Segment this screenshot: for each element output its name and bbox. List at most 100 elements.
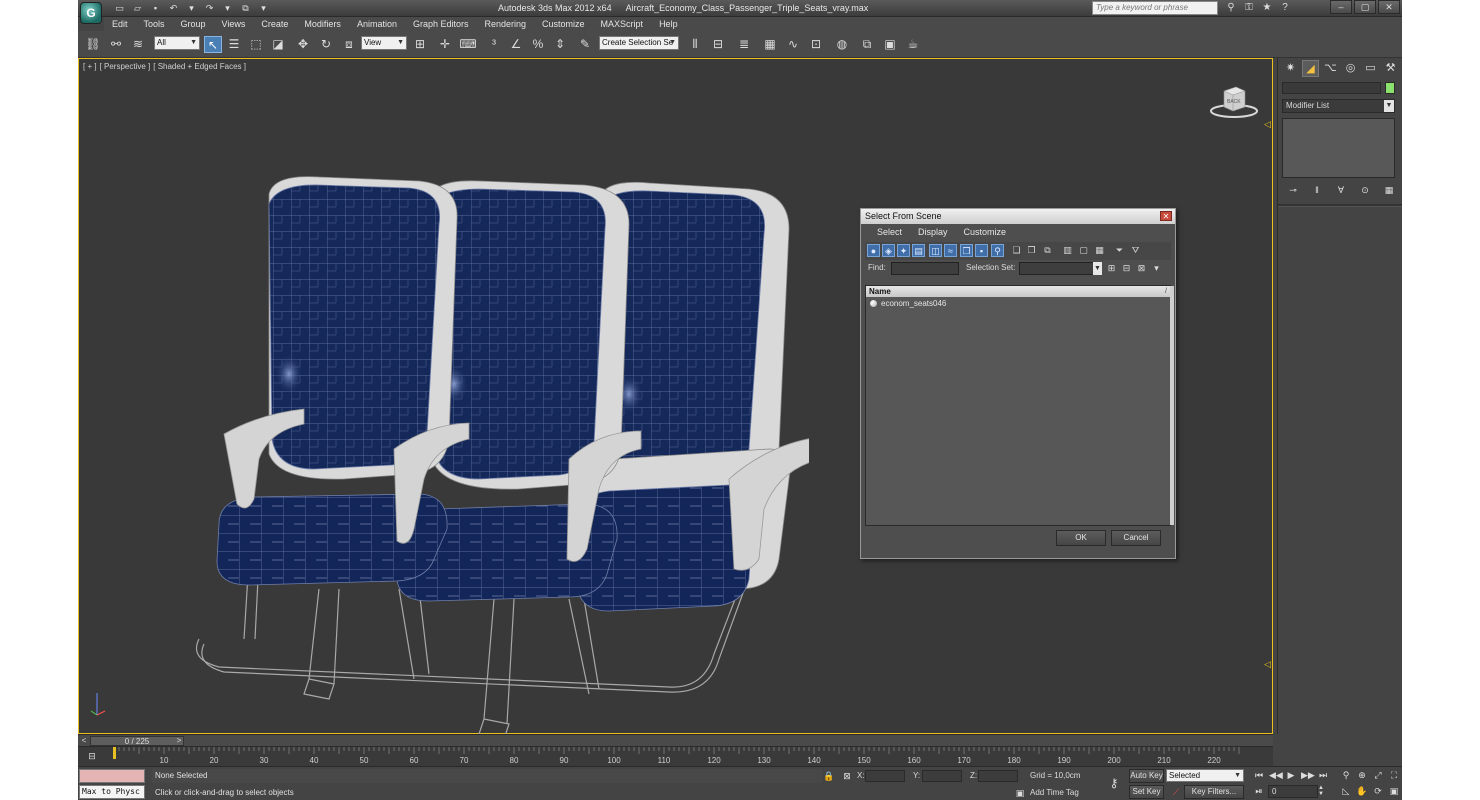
select-by-name-icon[interactable]: ☰ — [225, 36, 243, 53]
display-groups-icon[interactable]: ❐ — [960, 244, 973, 257]
utilities-tab-hammer-icon[interactable]: ⚒ — [1382, 60, 1399, 77]
current-frame-field[interactable]: 0 — [1268, 785, 1318, 798]
y-coordinate-field[interactable] — [922, 770, 962, 782]
snaps-toggle-icon[interactable]: ³ — [485, 36, 503, 53]
window-crossing-icon[interactable]: ◪ — [269, 36, 287, 53]
display-geometry-icon[interactable]: ● — [867, 244, 880, 257]
z-coordinate-field[interactable] — [978, 770, 1018, 782]
graphite-modeling-icon[interactable]: ▦ — [761, 36, 779, 53]
redo-dropdown-icon[interactable]: ▾ — [220, 2, 235, 14]
menu-modifiers[interactable]: Modifiers — [296, 17, 349, 31]
modifier-stack[interactable] — [1282, 118, 1395, 178]
display-bones-icon[interactable]: ⚲ — [991, 244, 1004, 257]
object-list[interactable]: Name / econom_seats046 — [865, 285, 1174, 526]
list-scrollbar[interactable] — [1170, 286, 1174, 525]
mirror-icon[interactable]: ⫴ — [686, 36, 704, 53]
named-selection-sets-dropdown[interactable]: Create Selection Se ▼ — [599, 36, 679, 50]
align-icon[interactable]: ⊟ — [709, 36, 727, 53]
pivot-center-icon[interactable]: ⊞ — [411, 36, 429, 53]
spinner-snap-icon[interactable]: ⇕ — [551, 36, 569, 53]
selection-set-dropdown[interactable] — [1019, 262, 1101, 275]
go-to-start-icon[interactable]: ⏮ — [1253, 769, 1265, 781]
select-and-rotate-icon[interactable]: ↻ — [317, 36, 335, 53]
viewport-label-part[interactable]: [ + ] — [83, 62, 97, 71]
dialog-close-button[interactable]: ✕ — [1160, 211, 1172, 221]
percent-snap-icon[interactable]: % — [529, 36, 547, 53]
save-file-icon[interactable]: ▪ — [148, 2, 163, 14]
select-and-move-icon[interactable]: ✥ — [294, 36, 312, 53]
menu-help[interactable]: Help — [651, 17, 686, 31]
select-and-scale-icon[interactable]: ⧈ — [340, 36, 358, 53]
set-keys-key-icon[interactable]: ⚷ — [1103, 775, 1125, 791]
display-tab-icon[interactable]: ▭ — [1362, 60, 1379, 77]
help-search-input[interactable]: Type a keyword or phrase — [1092, 1, 1218, 15]
communication-star-icon[interactable]: ★ — [1260, 1, 1274, 15]
menu-group[interactable]: Group — [173, 17, 214, 31]
application-button[interactable]: G — [80, 2, 102, 24]
auto-key-button[interactable]: Auto Key — [1129, 769, 1164, 783]
display-spacewarps-icon[interactable]: ≈ — [944, 244, 957, 257]
select-object-icon[interactable]: ↖ — [204, 36, 222, 53]
redo-icon[interactable]: ↷ — [202, 2, 217, 14]
display-cameras-icon[interactable]: ▤ — [912, 244, 925, 257]
display-helpers-icon[interactable]: ◫ — [929, 244, 942, 257]
play-icon[interactable]: ▶ — [1285, 769, 1297, 781]
angle-snap-icon[interactable]: ∠ — [507, 36, 525, 53]
filter-icon[interactable]: ⏷ — [1113, 244, 1126, 257]
binoculars-icon[interactable]: ⚲ — [1224, 1, 1238, 15]
menu-rendering[interactable]: Rendering — [477, 17, 535, 31]
zoom-all-icon[interactable]: ⊕ — [1356, 769, 1368, 781]
minimize-button[interactable]: – — [1330, 0, 1352, 14]
project-folder-icon[interactable]: ⧉ — [238, 2, 253, 14]
frame-spinner-icon[interactable]: ▲ ▼ — [1318, 785, 1326, 798]
viewport-label-part[interactable]: [ Shaded + Edged Faces ] — [153, 62, 246, 71]
reference-coordinate-dropdown[interactable]: View ▼ — [361, 36, 407, 50]
modifier-list-dropdown[interactable]: Modifier List ▼ — [1282, 99, 1395, 113]
new-file-icon[interactable]: ▭ — [112, 2, 127, 14]
viewcube-icon[interactable]: BACK — [1209, 81, 1259, 121]
viewport-label-part[interactable]: [ Perspective ] — [100, 62, 151, 71]
maximize-button[interactable]: ▢ — [1354, 0, 1376, 14]
edit-named-selection-icon[interactable]: ✎ — [576, 36, 594, 53]
display-lights-icon[interactable]: ✦ — [897, 244, 910, 257]
dialog-menu-customize[interactable]: Customize — [956, 224, 1015, 240]
pan-icon[interactable]: ✋ — [1356, 785, 1368, 797]
absolute-transform-icon[interactable]: ⊠ — [841, 770, 853, 782]
chevron-down-icon[interactable]: ▼ — [1093, 262, 1102, 275]
menu-customize[interactable]: Customize — [534, 17, 593, 31]
orbit-icon[interactable]: ⟳ — [1372, 785, 1384, 797]
create-tab-sun-icon[interactable]: ✷ — [1282, 60, 1299, 77]
select-invert-icon[interactable]: ⧉ — [1041, 244, 1054, 257]
render-production-icon[interactable]: ☕ — [904, 36, 922, 53]
dialog-title-bar[interactable]: Select From Scene ✕ — [861, 209, 1175, 224]
display-children-icon[interactable]: ▥ — [1061, 244, 1074, 257]
display-xrefs-icon[interactable]: ▪ — [975, 244, 988, 257]
rectangular-selection-icon[interactable]: ⬚ — [247, 36, 265, 53]
menu-edit[interactable]: Edit — [104, 17, 136, 31]
zoom-extents-icon[interactable]: ⤢ — [1372, 769, 1384, 781]
help-icon[interactable]: ? — [1278, 1, 1292, 15]
add-time-tag-label[interactable]: Add Time Tag — [1030, 788, 1079, 797]
find-input[interactable] — [891, 262, 959, 275]
ok-button[interactable]: OK — [1056, 530, 1106, 546]
track-bar[interactable]: ⊟ 10 20 30 40 50 60 70 80 90 100 110 120 130 140 150 16… — [78, 746, 1273, 766]
set-key-button[interactable]: Set Key — [1129, 785, 1164, 799]
menu-views[interactable]: Views — [214, 17, 254, 31]
maxscript-mini-listener[interactable]: Max to Physc — [79, 785, 145, 799]
rendered-frame-window-icon[interactable]: ▣ — [881, 36, 899, 53]
selection-filter-dropdown[interactable]: All ▼ — [154, 36, 200, 50]
hierarchy-tab-icon[interactable]: ⌥ — [1322, 60, 1339, 77]
modify-tab-icon[interactable]: ◢ — [1302, 60, 1319, 77]
list-item[interactable]: econom_seats046 — [866, 297, 1170, 309]
name-column-header[interactable]: Name / — [866, 286, 1170, 297]
configure-sets-icon[interactable]: ▦ — [1382, 184, 1396, 196]
menu-animation[interactable]: Animation — [349, 17, 405, 31]
show-end-result-icon[interactable]: ‖ — [1310, 184, 1324, 196]
previous-key-icon[interactable]: ◀◀ — [1269, 769, 1283, 781]
close-button[interactable]: ✕ — [1378, 0, 1400, 14]
key-filters-button[interactable]: Key Filters... — [1184, 785, 1244, 799]
highlight-set-icon[interactable]: ⊠ — [1135, 262, 1148, 275]
select-none-icon[interactable]: ❐ — [1025, 244, 1038, 257]
pin-stack-icon[interactable]: ⊸ — [1286, 184, 1300, 196]
select-all-icon[interactable]: ❏ — [1010, 244, 1023, 257]
